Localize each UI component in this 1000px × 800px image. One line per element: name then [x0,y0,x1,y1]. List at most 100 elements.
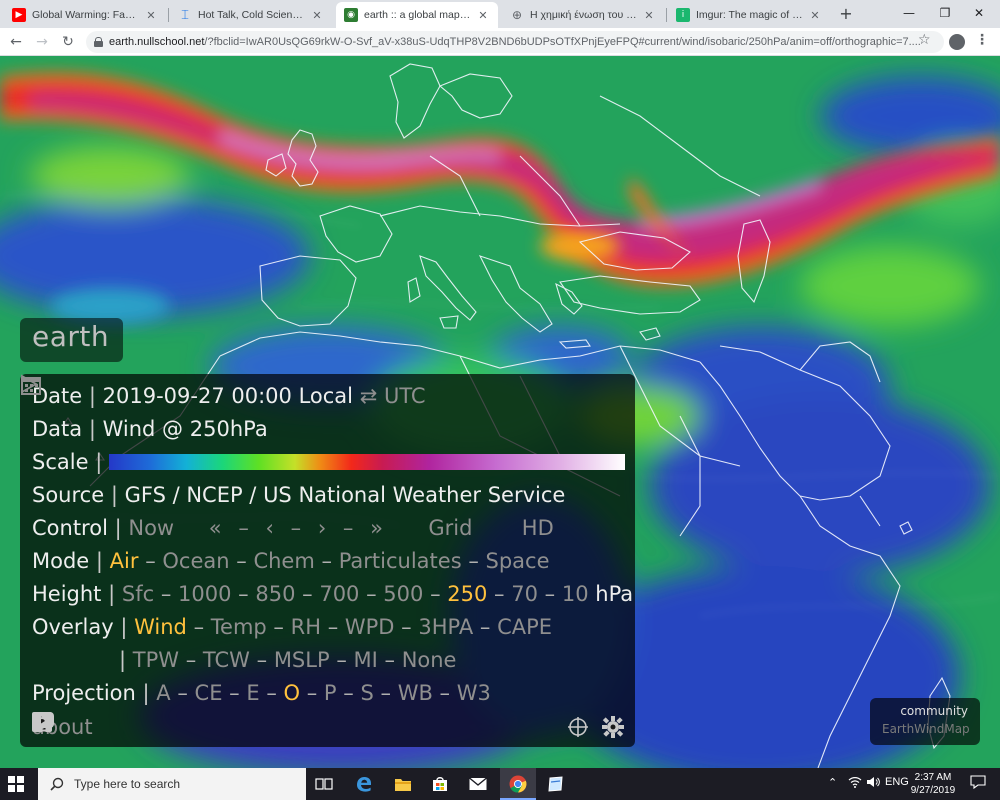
app-icon[interactable] [546,774,566,794]
account-icon[interactable] [949,34,965,50]
dash-separator: – [160,582,179,606]
edge-icon[interactable] [354,774,374,794]
store-icon[interactable] [430,774,450,794]
height-70[interactable]: 70 [511,582,538,606]
projection-wb[interactable]: WB [398,681,433,705]
bookmark-star-icon[interactable]: ☆ [918,32,931,48]
wind-map[interactable]: earth Date | 2019-09-27 00:00 Local ⇄ UT… [0,56,1000,768]
close-icon[interactable]: ✕ [310,9,324,22]
step-back-button[interactable]: ‹ [266,516,274,540]
mode-space[interactable]: Space [486,549,550,573]
close-icon[interactable]: ✕ [808,9,822,22]
new-tab-button[interactable]: + [836,4,856,24]
volume-icon[interactable] [866,776,880,791]
dash-separator: – [401,615,419,639]
dash-separator: – [327,615,345,639]
height-500[interactable]: 500 [383,582,423,606]
height-850[interactable]: 850 [255,582,295,606]
overlay-cape[interactable]: CAPE [497,615,552,639]
earth-logo[interactable]: earth [20,318,123,362]
dash-separator: – [336,648,354,672]
projection-ce[interactable]: CE [195,681,223,705]
tab-chemistry[interactable]: ⊕ Η χημική ένωση του μήνα: ✕ [502,2,664,28]
community-link[interactable]: community EarthWindMap [870,698,980,745]
height-1000[interactable]: 1000 [178,582,231,606]
overlay-tcw[interactable]: TCW [203,648,250,672]
overlay-none[interactable]: None [402,648,457,672]
tab-hot-talk[interactable]: ⌶ Hot Talk, Cold Science: Glob ✕ [170,2,332,28]
forward-button[interactable]: → [32,32,52,52]
mail-icon[interactable] [468,774,488,794]
pipe-separator: | [119,648,133,672]
height-700[interactable]: 700 [319,582,359,606]
tab-earth[interactable]: ◉ earth :: a global map of win ✕ [336,2,498,28]
dash-separator: – [236,549,254,573]
mode-air[interactable]: Air [110,549,139,573]
browser-menu-button[interactable]: ⋮ [975,32,989,48]
overlay-temp[interactable]: Temp [211,615,267,639]
chrome-icon[interactable] [508,774,528,794]
browser-tab-bar: ▶ Global Warming: Fact or Fic ✕ ⌶ Hot Ta… [0,0,1000,28]
mode-particulates[interactable]: Particulates [339,549,462,573]
lock-icon [94,37,103,47]
windows-start-icon[interactable] [8,776,24,792]
close-icon[interactable]: ✕ [476,9,490,22]
projection-e[interactable]: E [246,681,259,705]
date-value[interactable]: 2019-09-27 00:00 Local [103,384,353,408]
overlay-3hpa[interactable]: 3HPA [418,615,473,639]
color-scale-bar[interactable] [108,453,625,470]
notifications-icon[interactable] [970,775,986,792]
hd-toggle[interactable]: HD [522,516,554,540]
projection-row: Projection | A – CE – E – O – P – S – WB… [32,679,623,712]
windows-taskbar: Type here to search ⌃ ENG 2:37 AM 9/27/2… [0,768,1000,800]
height-sfc[interactable]: Sfc [122,582,154,606]
taskbar-search[interactable]: Type here to search [38,768,306,800]
address-bar[interactable]: earth.nullschool.net/?fbclid=IwAR0UsQG69… [86,31,944,53]
task-view-icon[interactable] [314,774,334,794]
back-button[interactable]: ← [6,32,26,52]
close-window-button[interactable]: ✕ [956,0,1000,28]
close-icon[interactable]: ✕ [144,9,158,22]
control-row: Control | Now « – ‹ – › – » Grid HD [21,374,623,547]
projection-a[interactable]: A [156,681,170,705]
pipe-separator: | [108,582,122,606]
close-icon[interactable]: ✕ [642,9,656,22]
projection-s[interactable]: S [360,681,373,705]
taskbar-clock[interactable]: 2:37 AM 9/27/2019 [900,771,966,797]
projection-o[interactable]: O [284,681,301,705]
overlay-mi[interactable]: MI [354,648,378,672]
tab-global-warming[interactable]: ▶ Global Warming: Fact or Fic ✕ [4,2,166,28]
dash-separator: – [306,681,324,705]
overlay-label: Overlay [32,615,114,639]
tab-imgur[interactable]: i Imgur: The magic of the Int ✕ [668,2,830,28]
overlay-wind[interactable]: Wind [134,615,187,639]
data-value: Wind @ 250hPa [102,417,268,441]
tab-title: Imgur: The magic of the Int [696,9,804,21]
utc-toggle[interactable]: ⇄ UTC [360,384,426,408]
grid-toggle[interactable]: Grid [428,516,472,540]
file-explorer-icon[interactable] [393,774,413,794]
search-icon [50,777,64,791]
mode-ocean[interactable]: Ocean [162,549,229,573]
overlay-wpd[interactable]: WPD [345,615,395,639]
height-10[interactable]: 10 [562,582,589,606]
overlay-mslp[interactable]: MSLP [274,648,330,672]
projection-p[interactable]: P [324,681,337,705]
step-forward-fast-button[interactable]: » [370,516,383,540]
show-hidden-icons[interactable]: ⌃ [828,776,837,789]
overlay-rh[interactable]: RH [291,615,321,639]
projection-w3[interactable]: W3 [457,681,491,705]
overlay-tpw[interactable]: TPW [133,648,179,672]
step-forward-button[interactable]: › [318,516,326,540]
tab-divider [168,8,169,22]
step-back-fast-button[interactable]: « [209,516,222,540]
globe-icon: ⊕ [511,8,523,22]
network-icon[interactable] [848,776,862,791]
mode-chem[interactable]: Chem [253,549,314,573]
clock-time: 2:37 AM [914,772,952,783]
earth-menu-panel: Date | 2019-09-27 00:00 Local ⇄ UTC Data… [20,374,635,747]
reload-button[interactable]: ↻ [58,32,78,52]
now-button[interactable]: Now [128,516,174,540]
height-250[interactable]: 250 [447,582,487,606]
dash-separator: – [256,648,274,672]
